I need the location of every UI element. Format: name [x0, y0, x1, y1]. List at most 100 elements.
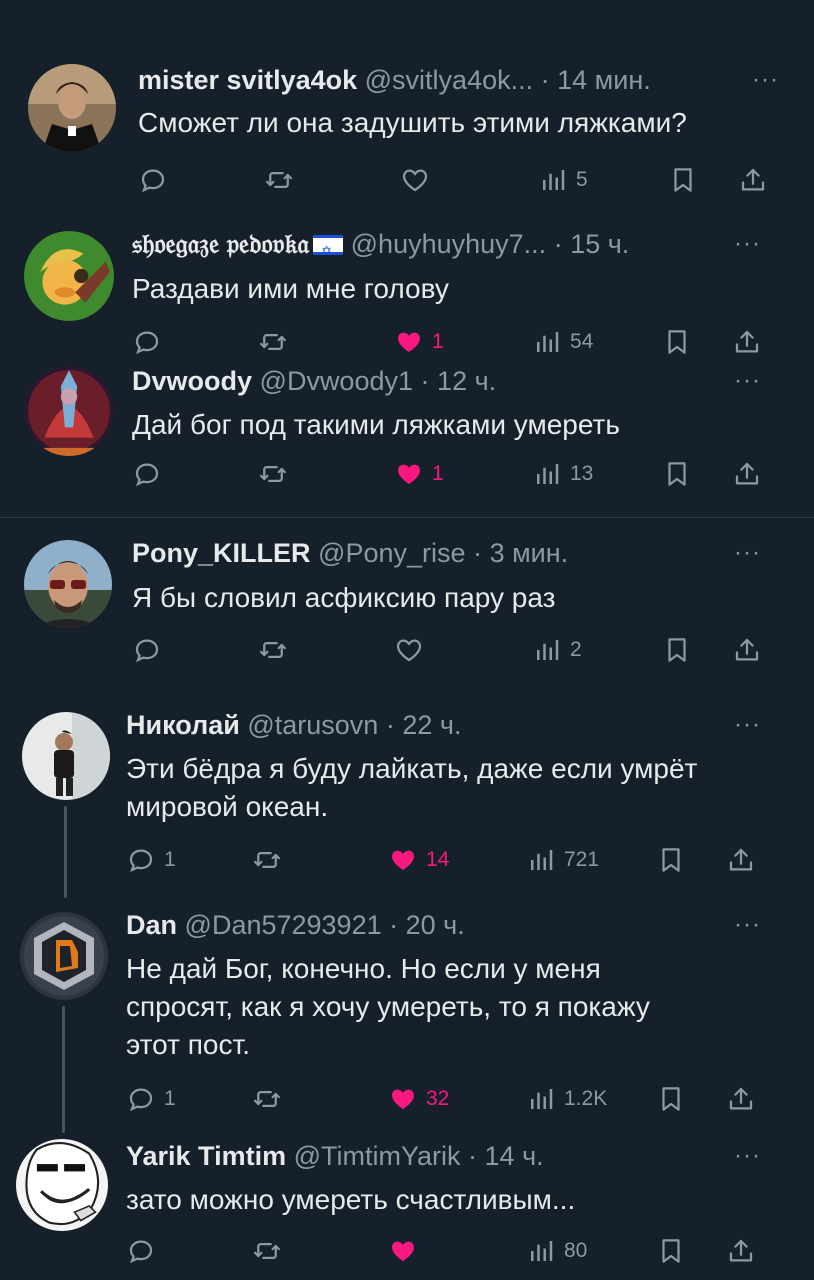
avatar[interactable]: [20, 912, 108, 1000]
tweet[interactable]: Dvwoody @Dvwoody1 · 12 ч. ··· Дай бог по…: [0, 350, 814, 512]
user-handle[interactable]: @tarusovn: [247, 710, 378, 740]
display-name[interactable]: Yarik Timtim: [126, 1141, 286, 1171]
display-name[interactable]: 𝔰𝔥𝔬𝔢𝔤𝔞𝔷𝔢 𝔭𝔢𝔡𝔬𝔳𝔨𝔞: [132, 229, 309, 259]
more-options-icon[interactable]: ···: [734, 1142, 761, 1170]
display-name[interactable]: mister svitlya4ok: [138, 65, 357, 95]
views-icon: [526, 1084, 556, 1114]
like-button[interactable]: [394, 630, 424, 670]
share-icon: [732, 635, 762, 665]
reply-button[interactable]: [126, 1231, 156, 1271]
more-options-icon[interactable]: ···: [734, 539, 761, 567]
retweet-icon: [258, 635, 288, 665]
action-bar: 1 32 1.2K: [126, 1079, 772, 1119]
tweet[interactable]: 𝔰𝔥𝔬𝔢𝔤𝔞𝔷𝔢 𝔭𝔢𝔡𝔬𝔳𝔨𝔞 @huyhuyhuy7... · 15 ч. …: [0, 205, 814, 355]
display-name[interactable]: Николай: [126, 710, 240, 740]
like-button[interactable]: 32: [388, 1079, 449, 1119]
tweet-header: Dvwoody @Dvwoody1 · 12 ч.: [132, 364, 496, 398]
timestamp[interactable]: 22 ч.: [402, 710, 461, 740]
bookmark-icon: [662, 459, 692, 489]
bookmark-button[interactable]: [662, 630, 692, 670]
retweet-button[interactable]: [258, 454, 288, 494]
bookmark-button[interactable]: [656, 1231, 686, 1271]
separator-dot: ·: [540, 65, 550, 95]
share-button[interactable]: [738, 160, 768, 200]
timestamp[interactable]: 14 ч.: [485, 1141, 544, 1171]
avatar[interactable]: [24, 231, 114, 321]
display-name[interactable]: Pony_KILLER: [132, 538, 311, 568]
bookmark-icon: [662, 635, 692, 665]
more-options-icon[interactable]: ···: [734, 711, 761, 739]
reply-feed: mister svitlya4ok @svitlya4ok... · 14 ми…: [0, 0, 814, 1280]
avatar[interactable]: [28, 64, 116, 152]
share-button[interactable]: [726, 1231, 756, 1271]
retweet-button[interactable]: [252, 840, 282, 880]
tweet-header: mister svitlya4ok @svitlya4ok... · 14 ми…: [138, 63, 651, 97]
like-icon: [388, 1084, 418, 1114]
share-button[interactable]: [732, 454, 762, 494]
reply-button[interactable]: 1: [126, 1079, 176, 1119]
view-count: 5: [576, 168, 588, 191]
timestamp[interactable]: 3 мин.: [490, 538, 569, 568]
avatar[interactable]: [16, 1139, 108, 1231]
bookmark-button[interactable]: [662, 454, 692, 494]
like-button[interactable]: 14: [388, 840, 449, 880]
retweet-button[interactable]: [252, 1079, 282, 1119]
retweet-button[interactable]: [264, 160, 294, 200]
action-bar: 5: [138, 160, 788, 200]
retweet-button[interactable]: [258, 630, 288, 670]
reply-icon: [132, 635, 162, 665]
like-button[interactable]: 1: [394, 454, 444, 494]
user-handle[interactable]: @svitlya4ok...: [365, 65, 533, 95]
views-button[interactable]: 5: [538, 160, 588, 200]
tweet[interactable]: Pony_KILLER @Pony_rise · 3 мин. ··· Я бы…: [0, 518, 814, 690]
bookmark-button[interactable]: [668, 160, 698, 200]
like-button[interactable]: [388, 1231, 418, 1271]
views-button[interactable]: 13: [532, 454, 593, 494]
like-button[interactable]: [400, 160, 430, 200]
tweet[interactable]: Yarik Timtim @TimtimYarik · 14 ч. ··· за…: [0, 1133, 814, 1280]
retweet-icon: [252, 845, 282, 875]
views-icon: [532, 459, 562, 489]
avatar[interactable]: [22, 712, 110, 800]
views-button[interactable]: 80: [526, 1231, 587, 1271]
tweet[interactable]: mister svitlya4ok @svitlya4ok... · 14 ми…: [0, 0, 814, 205]
reply-icon: [126, 1236, 156, 1266]
user-handle[interactable]: @huyhuyhuy7...: [351, 229, 547, 259]
user-handle[interactable]: @Dan57293921: [185, 910, 382, 940]
bookmark-button[interactable]: [656, 1079, 686, 1119]
avatar[interactable]: [24, 540, 112, 628]
share-button[interactable]: [726, 840, 756, 880]
tweet[interactable]: Николай @tarusovn · 22 ч. ··· Эти бёдра …: [0, 690, 814, 898]
bookmark-icon: [656, 845, 686, 875]
more-options-icon[interactable]: ···: [734, 367, 761, 395]
display-name[interactable]: Dan: [126, 910, 177, 940]
share-icon: [726, 845, 756, 875]
reply-button[interactable]: 1: [126, 840, 176, 880]
reply-button[interactable]: [132, 630, 162, 670]
bookmark-button[interactable]: [656, 840, 686, 880]
share-button[interactable]: [726, 1079, 756, 1119]
timestamp[interactable]: 20 ч.: [406, 910, 465, 940]
reply-button[interactable]: [138, 160, 168, 200]
tweet[interactable]: Dan @Dan57293921 · 20 ч. ··· Не дай Бог,…: [0, 898, 814, 1133]
view-count: 721: [564, 848, 600, 871]
timestamp[interactable]: 14 мин.: [557, 65, 651, 95]
timestamp[interactable]: 15 ч.: [570, 229, 629, 259]
more-options-icon[interactable]: ···: [752, 66, 779, 94]
more-options-icon[interactable]: ···: [734, 911, 761, 939]
user-handle[interactable]: @Pony_rise: [318, 538, 465, 568]
retweet-button[interactable]: [252, 1231, 282, 1271]
reply-button[interactable]: [132, 454, 162, 494]
views-button[interactable]: 1.2K: [526, 1079, 607, 1119]
avatar[interactable]: [24, 366, 114, 456]
display-name[interactable]: Dvwoody: [132, 366, 252, 396]
more-options-icon[interactable]: ···: [734, 230, 761, 258]
separator-dot: ·: [468, 1141, 478, 1171]
views-button[interactable]: 2: [532, 630, 582, 670]
timestamp[interactable]: 12 ч.: [437, 366, 496, 396]
tweet-text: Эти бёдра я буду лайкать, даже если умрё…: [126, 753, 698, 822]
share-button[interactable]: [732, 630, 762, 670]
user-handle[interactable]: @Dvwoody1: [260, 366, 413, 396]
user-handle[interactable]: @TimtimYarik: [294, 1141, 461, 1171]
views-button[interactable]: 721: [526, 840, 599, 880]
